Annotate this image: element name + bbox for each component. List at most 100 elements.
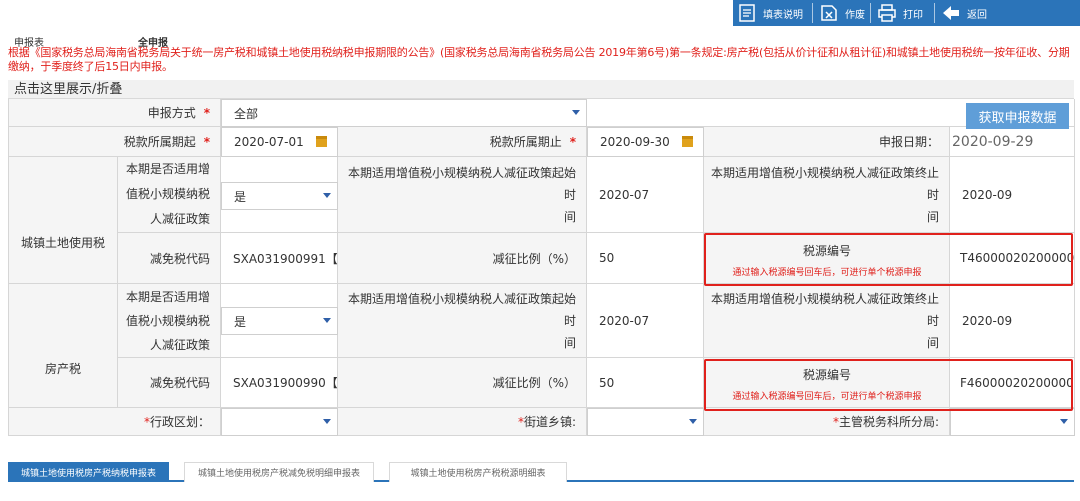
property-policy-end-label-1: 本期适用增值税小规模纳税人减征政策终止时 (710, 291, 939, 328)
property-policy-start-label-1: 本期适用增值税小规模纳税人减征政策起始时 (347, 291, 576, 328)
declare-mode-label-cell: 申报方式 * (9, 99, 221, 127)
period-start-label-cell: 税款所属期起 * (9, 127, 221, 157)
land-applies-label-cell: 本期是否适用增 值税小规模纳税 人减征政策 (118, 157, 221, 233)
period-end-input[interactable]: 2020-09-30 (587, 127, 704, 157)
period-start-label: 税款所属期起 (123, 135, 196, 149)
land-policy-end-label-2: 间 (926, 209, 939, 224)
land-applies-select[interactable]: 是 (221, 182, 338, 210)
back-arrow-icon (941, 3, 961, 23)
land-tax-section-label: 城镇土地使用税 (9, 157, 118, 284)
void-label: 作废 (845, 9, 865, 21)
property-tax-source-label-cell: 税源编号 通过输入税源编号回车后，可进行单个税源申报 (704, 358, 950, 408)
declare-mode-value: 全部 (234, 106, 259, 121)
chevron-down-icon (323, 419, 331, 424)
land-tax-section-text: 城镇土地使用税 (20, 236, 105, 250)
period-end-label: 税款所属期止 (489, 135, 562, 149)
property-applies-value: 是 (234, 314, 247, 329)
property-tax-section-label: 房产税 (9, 284, 118, 408)
notice-text: 根据《国家税务总局海南省税务局关于统一房产税和城镇土地使用税纳税申报期限的公告》… (8, 46, 1070, 73)
property-policy-start-label-cell: 本期适用增值税小规模纳税人减征政策起始时 间 (338, 284, 587, 358)
property-policy-start-label-2: 间 (563, 335, 576, 350)
land-exempt-code-value[interactable]: SXA031900991【I (221, 233, 338, 284)
street-select[interactable] (587, 408, 704, 436)
land-policy-end-label-cell: 本期适用增值税小规模纳税人减征政策终止时 间 (704, 157, 950, 233)
tax-office-label: 主管税务科所分局: (838, 415, 939, 429)
printer-icon (877, 3, 897, 23)
land-applies-label-2: 值税小规模纳税 (125, 187, 210, 201)
declare-date-label: 申报日期： (878, 135, 939, 149)
tax-office-select[interactable] (950, 408, 1075, 436)
fill-instructions-label: 填表说明 (763, 9, 803, 21)
land-applies-value: 是 (234, 189, 247, 204)
land-ratio-label-cell: 减征比例（%） (338, 233, 587, 284)
property-applies-label-3: 人减征政策 (149, 337, 210, 352)
land-policy-start-label-1: 本期适用增值税小规模纳税人减征政策起始时 (347, 165, 576, 202)
street-label: 街道乡镇: (523, 415, 576, 429)
property-applies-label-cell: 本期是否适用增 值税小规模纳税 人减征政策 (118, 284, 221, 358)
form-tabs: 城镇土地使用税房产税纳税申报表 城镇土地使用税房产税减免税明细申报表 城镇土地使… (8, 462, 1074, 482)
fill-instructions-button[interactable]: 填表说明 (733, 0, 808, 26)
collapse-toggle[interactable]: 点击这里展示/折叠 (8, 80, 1074, 99)
property-applies-label-1: 本期是否适用增 (125, 289, 210, 304)
street-label-cell: * 街道乡镇: (338, 408, 587, 436)
property-tax-section-text: 房产税 (44, 361, 81, 376)
toolbar-separator (812, 3, 813, 23)
back-button[interactable]: 返回 (941, 0, 997, 26)
property-policy-end-value: 2020-09 (950, 284, 1075, 358)
admin-region-label-cell: * 行政区划： (9, 408, 221, 436)
chevron-down-icon (572, 110, 580, 115)
chevron-down-icon (323, 193, 331, 198)
land-policy-end-label-1: 本期适用增值税小规模纳税人减征政策终止时 (710, 165, 939, 202)
property-ratio-label-cell: 减征比例（%） (338, 358, 587, 408)
print-button[interactable]: 打印 (877, 0, 933, 26)
required-mark: * (203, 105, 210, 120)
land-policy-end-value: 2020-09 (950, 157, 1075, 233)
tab-tax-source-detail[interactable]: 城镇土地使用税房产税税源明细表 (389, 462, 567, 482)
period-end-value: 2020-09-30 (600, 135, 670, 149)
property-applies-label-2: 值税小规模纳税 (125, 313, 210, 328)
calendar-icon[interactable] (316, 136, 327, 147)
chevron-down-icon (323, 318, 331, 323)
property-tax-source-hint: 通过输入税源编号回车后，可进行单个税源申报 (732, 392, 922, 402)
land-tax-source-label: 税源编号 (802, 244, 851, 258)
land-ratio-value: 50 (587, 233, 704, 284)
property-tax-source-label: 税源编号 (802, 368, 851, 382)
land-ratio-label: 减征比例（%） (492, 251, 576, 266)
required-mark: * (569, 134, 576, 149)
land-policy-start-label-2: 间 (563, 209, 576, 224)
void-button[interactable]: 作废 (819, 0, 873, 26)
declare-mode-label: 申报方式 (147, 106, 196, 120)
property-exempt-code-value[interactable]: SXA031900990【I (221, 358, 338, 408)
admin-region-label: 行政区划： (149, 415, 210, 429)
toolbar-separator (870, 3, 871, 23)
land-exempt-code-label: 减免税代码 (149, 251, 210, 266)
chevron-down-icon (689, 419, 697, 424)
tab-exemption-detail[interactable]: 城镇土地使用税房产税减免税明细申报表 (184, 462, 374, 482)
toolbar-strip: 填表说明 作废 打印 返回 (733, 0, 1080, 26)
property-ratio-value: 50 (587, 358, 704, 408)
declaration-form: 申报方式 * 全部 税款所属期起 * 2020-07-01 税款所属期止 * 2020… (8, 99, 1075, 436)
property-applies-select[interactable]: 是 (221, 307, 338, 335)
land-applies-label-3: 人减征政策 (149, 212, 210, 226)
property-tax-source-input[interactable]: F46000020200000 (950, 358, 1075, 408)
land-tax-source-input[interactable]: T46000020200000 (950, 233, 1075, 284)
admin-region-select[interactable] (221, 408, 338, 436)
period-start-input[interactable]: 2020-07-01 (221, 127, 338, 157)
calendar-icon[interactable] (682, 136, 693, 147)
print-label: 打印 (903, 9, 923, 21)
declare-mode-select[interactable]: 全部 (221, 99, 587, 127)
land-tax-source-label-cell: 税源编号 通过输入税源编号回车后，可进行单个税源申报 (704, 233, 950, 284)
toolbar-separator (934, 3, 935, 23)
fetch-data-button[interactable]: 获取申报数据 (966, 103, 1069, 129)
chevron-down-icon (1060, 419, 1068, 424)
land-exempt-code-label-cell: 减免税代码 (118, 233, 221, 284)
document-icon (737, 3, 757, 23)
tab-declaration[interactable]: 城镇土地使用税房产税纳税申报表 (8, 462, 169, 482)
property-policy-end-label-2: 间 (926, 335, 939, 350)
toolbar: 填表说明 作废 打印 返回 (0, 0, 1080, 28)
void-icon (819, 3, 839, 23)
required-mark: * (203, 134, 210, 149)
declare-date-label-cell: 申报日期： (704, 127, 950, 157)
period-end-label-cell: 税款所属期止 * (338, 127, 587, 157)
land-applies-label-1: 本期是否适用增 (125, 162, 210, 176)
